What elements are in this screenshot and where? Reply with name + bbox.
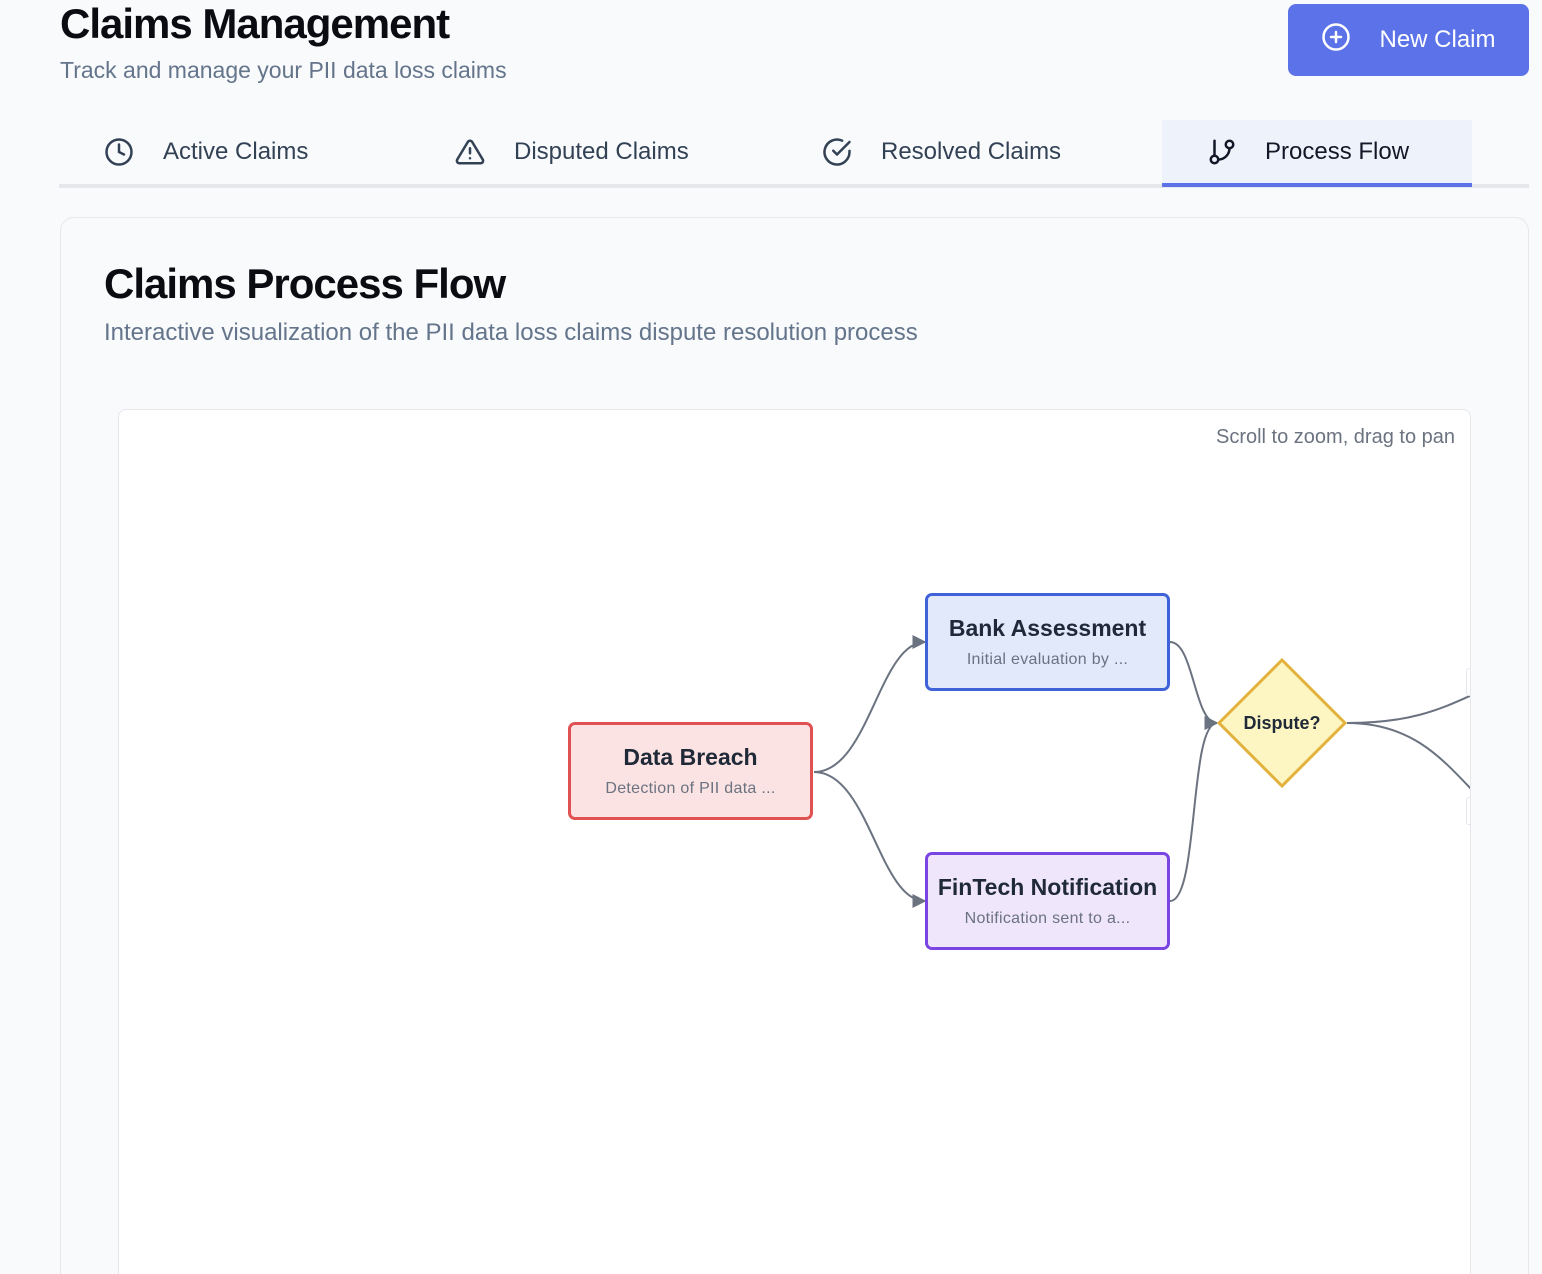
tab-disputed-claims[interactable]: Disputed Claims — [427, 120, 757, 184]
page-title: Claims Management — [60, 0, 450, 47]
claims-page: Claims Management Track and manage your … — [0, 0, 1542, 1274]
node-title: Bank Assessment — [948, 615, 1147, 641]
edge-decision-right-a — [1346, 694, 1470, 724]
node-fintech-notification[interactable]: FinTech Notification Notification sent t… — [925, 852, 1170, 950]
claims-tabs: Active Claims Disputed Claims Resolved C… — [59, 120, 1529, 188]
node-title: FinTech Notification — [937, 874, 1158, 900]
tab-resolved-claims[interactable]: Resolved Claims — [794, 120, 1154, 184]
tab-label: Resolved Claims — [881, 138, 1062, 165]
zoom-pan-hint: Scroll to zoom, drag to pan — [1215, 426, 1455, 448]
check-circle-icon — [822, 137, 852, 167]
edge-bank-decision — [1169, 641, 1219, 730]
tab-label: Disputed Claims — [514, 138, 689, 165]
flow-canvas[interactable]: Scroll to zoom, drag to pan Data Breach … — [118, 409, 1471, 1274]
edge-decision-right-b — [1346, 722, 1470, 790]
tab-label: Process Flow — [1265, 138, 1410, 165]
edge-breach-fintech — [813, 771, 927, 908]
page-subtitle: Track and manage your PII data loss clai… — [60, 57, 507, 83]
card-title: Claims Process Flow — [104, 260, 506, 307]
edge-fintech-decision — [1169, 716, 1219, 902]
tab-active-claims[interactable]: Active Claims — [59, 120, 389, 184]
new-claim-button[interactable]: New Claim — [1288, 4, 1529, 76]
node-bank-assessment[interactable]: Bank Assessment Initial evaluation by ..… — [925, 593, 1170, 691]
node-dispute-decision[interactable]: Dispute? — [1216, 657, 1348, 789]
alert-triangle-icon — [455, 137, 485, 167]
node-description: Detection of PII data ... — [605, 780, 776, 797]
edge-breach-bank — [813, 635, 927, 773]
clock-icon — [104, 137, 134, 167]
plus-circle-icon — [1321, 22, 1351, 59]
node-description: Notification sent to a... — [964, 910, 1131, 927]
new-claim-label: New Claim — [1379, 26, 1496, 53]
flow-edges — [813, 635, 1470, 908]
decision-label: Dispute? — [1243, 712, 1321, 733]
node-title: Data Breach — [623, 744, 758, 770]
offscreen-node-stub — [1466, 797, 1470, 825]
offscreen-node-stub — [1466, 668, 1470, 696]
card-subtitle: Interactive visualization of the PII dat… — [104, 319, 918, 346]
git-branch-icon — [1207, 137, 1237, 167]
node-description: Initial evaluation by ... — [966, 651, 1129, 668]
tab-label: Active Claims — [163, 138, 309, 165]
node-data-breach[interactable]: Data Breach Detection of PII data ... — [568, 722, 813, 820]
tab-process-flow[interactable]: Process Flow — [1162, 120, 1472, 187]
